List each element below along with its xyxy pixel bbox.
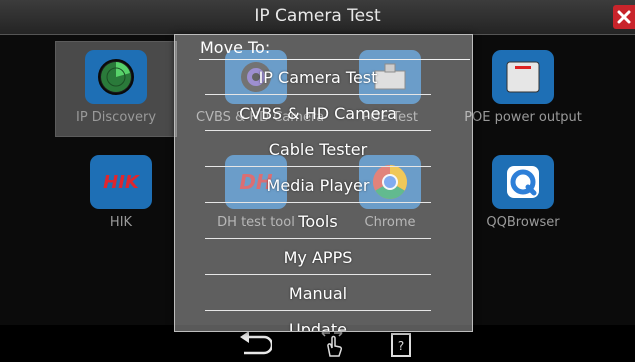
close-button[interactable] (613, 5, 635, 29)
menu-item-cvbs-hd-camera[interactable]: CVBS & HD Camera (205, 95, 431, 131)
help-button[interactable]: ? (390, 333, 412, 361)
menu-item-cable-tester[interactable]: Cable Tester (205, 131, 431, 167)
menu-item-my-apps[interactable]: My APPS (205, 239, 431, 275)
app-label: POE power output (464, 110, 582, 125)
app-label: QQBrowser (486, 215, 560, 230)
move-to-menu: IP Camera Test CVBS & HD Camera Cable Te… (205, 59, 431, 331)
poe-power-icon (492, 50, 554, 104)
move-to-dialog: Move To: IP Camera Test CVBS & HD Camera… (174, 34, 473, 332)
hik-logo-icon: HIK (90, 155, 152, 209)
menu-item-tools[interactable]: Tools (205, 203, 431, 239)
back-button[interactable] (238, 331, 274, 359)
app-hik[interactable]: HIK HIK (61, 155, 181, 230)
dialog-title: Move To: (200, 38, 271, 57)
menu-item-update[interactable]: Update (205, 311, 431, 331)
app-qqbrowser[interactable]: QQBrowser (463, 155, 583, 230)
hik-logo-text: HIK (103, 171, 139, 193)
svg-text:?: ? (398, 339, 404, 353)
menu-item-media-player[interactable]: Media Player (205, 167, 431, 203)
window-title: IP Camera Test (254, 6, 381, 26)
back-icon (240, 331, 274, 355)
app-label: HIK (109, 215, 133, 230)
app-poe-power-output[interactable]: POE power output (463, 50, 583, 125)
gesture-button[interactable] (318, 328, 346, 362)
gesture-icon (321, 329, 343, 357)
title-bar: IP Camera Test (0, 0, 635, 35)
help-book-icon: ? (391, 333, 411, 357)
app-label: IP Discovery (75, 110, 157, 125)
menu-item-manual[interactable]: Manual (205, 275, 431, 311)
close-icon (617, 10, 631, 24)
qqbrowser-icon (492, 155, 554, 209)
app-ip-discovery[interactable]: IP Discovery (55, 41, 177, 137)
radar-icon (85, 50, 147, 104)
menu-item-ip-camera-test[interactable]: IP Camera Test (205, 59, 431, 95)
